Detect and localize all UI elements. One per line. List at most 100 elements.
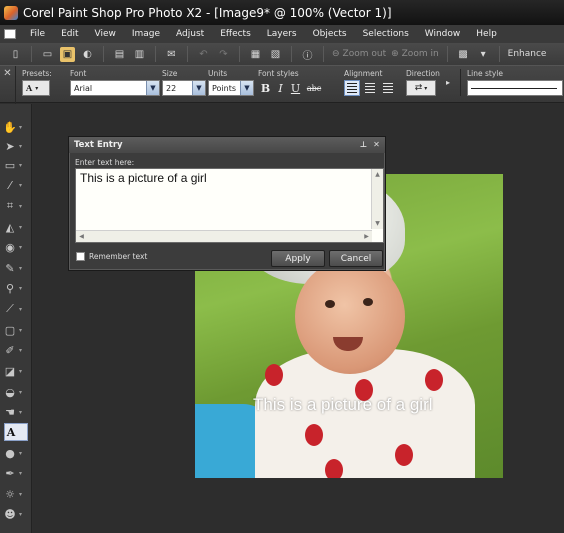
align-left-button[interactable]: [344, 80, 360, 96]
vertical-scrollbar[interactable]: ▲ ▼: [371, 169, 383, 229]
menu-image[interactable]: Image: [124, 29, 168, 39]
layers-icon[interactable]: ▧: [268, 47, 283, 62]
close-icon[interactable]: ✕: [371, 139, 382, 150]
strikethrough-button[interactable]: abc: [303, 80, 325, 96]
scroll-left-icon[interactable]: ◀: [76, 231, 87, 242]
dialog-title-bar[interactable]: Text Entry ⊥ ✕: [69, 137, 385, 153]
menu-view[interactable]: View: [87, 29, 124, 39]
horizontal-scrollbar[interactable]: ◀ ▶: [76, 230, 372, 242]
underline-button[interactable]: U: [288, 80, 303, 96]
text-entry-field[interactable]: This is a picture of a girl ▲ ▼ ◀ ▶: [75, 168, 384, 243]
align-right-button[interactable]: [380, 80, 396, 96]
standard-toolbar: ▯ ▭ ▣ ◐ ▤ ▥ ✉ ↶ ↷ ▦ ▧ ⓘ ⊖ Zoom out ⊕ Zoom …: [0, 43, 564, 65]
menu-adjust[interactable]: Adjust: [168, 29, 212, 39]
tool-scratch-remover[interactable]: ⟋ ▾: [4, 300, 28, 318]
tool-makeover[interactable]: ✎ ▾: [4, 259, 28, 277]
new-file-icon[interactable]: ▯: [8, 47, 23, 62]
menu-objects[interactable]: Objects: [305, 29, 355, 39]
tool-dropper[interactable]: ⁄ ▾: [4, 176, 28, 194]
browse-icon[interactable]: ▣: [60, 46, 75, 62]
menu-bar: File Edit View Image Adjust Effects Laye…: [0, 25, 564, 43]
pick-icon: ➤: [5, 139, 15, 153]
tool-pen[interactable]: ✒ ▾: [4, 464, 28, 482]
tool-paint-brush[interactable]: ✐ ▾: [4, 341, 28, 359]
enter-text-label: Enter text here:: [75, 158, 135, 167]
tool-text[interactable]: A: [4, 423, 28, 441]
options-overflow-icon[interactable]: ▸: [446, 78, 450, 87]
tool-pan[interactable]: ✋ ▾: [3, 118, 28, 136]
tool-red-eye[interactable]: ◉ ▾: [4, 238, 28, 256]
undo-icon[interactable]: ↶: [196, 47, 211, 62]
apply-button[interactable]: Apply: [271, 250, 325, 267]
red-eye-icon: ◉: [5, 240, 15, 254]
tool-color-replacer[interactable]: ◪ ▾: [4, 362, 28, 380]
chevron-down-icon: ▾: [19, 284, 23, 292]
redo-icon[interactable]: ↷: [216, 47, 231, 62]
remember-text-checkbox[interactable]: [76, 252, 85, 261]
email-icon[interactable]: ✉: [164, 47, 179, 62]
menu-selections[interactable]: Selections: [355, 29, 417, 39]
align-center-button[interactable]: [362, 80, 378, 96]
selection-icon: ▭: [4, 158, 16, 172]
line-style-label: Line style: [467, 69, 503, 78]
tool-eraser[interactable]: ▢ ▾: [4, 321, 28, 339]
zoom-in-icon: ⊕: [391, 49, 399, 59]
new-layer-icon[interactable]: ▦: [248, 47, 263, 62]
dropper-icon: ⁄: [9, 178, 11, 192]
tool-selection[interactable]: ▭ ▾: [4, 156, 28, 174]
chevron-down-icon: ▼: [240, 81, 253, 95]
document-icon[interactable]: [4, 29, 16, 39]
eye-shape: [325, 300, 335, 308]
tool-fill[interactable]: ◒ ▾: [4, 383, 28, 401]
shirt-dot: [305, 424, 323, 446]
menu-window[interactable]: Window: [417, 29, 469, 39]
palette-icon[interactable]: ▩: [456, 47, 471, 62]
chevron-down-icon: ▾: [19, 346, 23, 354]
menu-help[interactable]: Help: [468, 29, 505, 39]
italic-button[interactable]: I: [273, 80, 288, 96]
size-select[interactable]: 22 ▼: [162, 80, 206, 96]
chevron-down-icon: ▾: [19, 490, 23, 498]
font-value: Arial: [74, 83, 93, 93]
save-icon[interactable]: ▤: [112, 47, 127, 62]
enhance-label: Enhance: [507, 49, 547, 59]
remember-text-label: Remember text: [89, 252, 148, 261]
menu-layers[interactable]: Layers: [259, 29, 305, 39]
direction-dropdown[interactable]: ⇄ ▾: [406, 80, 436, 96]
font-select[interactable]: Arial ▼: [70, 80, 160, 96]
enhance-button[interactable]: Enhance: [508, 49, 547, 59]
tool-smudge[interactable]: ☚ ▾: [4, 403, 28, 421]
organizer-icon[interactable]: ▾: [476, 47, 491, 62]
zoom-out-button[interactable]: ⊖ Zoom out: [332, 49, 386, 59]
scroll-up-icon[interactable]: ▲: [372, 169, 383, 180]
cancel-button[interactable]: Cancel: [329, 250, 383, 267]
menu-edit[interactable]: Edit: [53, 29, 86, 39]
tool-warp[interactable]: ☼ ▾: [4, 485, 28, 503]
scroll-right-icon[interactable]: ▶: [361, 231, 372, 242]
bold-button[interactable]: B: [258, 80, 273, 96]
view-icon[interactable]: ◐: [80, 47, 95, 62]
info-icon[interactable]: ⓘ: [300, 47, 315, 62]
pin-icon[interactable]: ⊥: [358, 139, 369, 150]
scroll-down-icon[interactable]: ▼: [372, 218, 383, 229]
tool-clone[interactable]: ⚲ ▾: [4, 279, 28, 297]
tool-crop[interactable]: ⌗ ▾: [4, 197, 28, 215]
shirt-dot: [325, 459, 343, 478]
zoom-in-button[interactable]: ⊕ Zoom in: [391, 49, 439, 59]
menu-effects[interactable]: Effects: [212, 29, 259, 39]
print-icon[interactable]: ▥: [132, 47, 147, 62]
open-file-icon[interactable]: ▭: [40, 47, 55, 62]
canvas-text-object[interactable]: This is a picture of a girl: [253, 395, 433, 415]
tool-straighten[interactable]: ◭ ▾: [4, 218, 28, 236]
options-close-icon[interactable]: ✕: [0, 66, 16, 104]
presets-dropdown[interactable]: A ▾: [22, 80, 50, 96]
tool-pick[interactable]: ➤ ▾: [4, 137, 28, 155]
tool-retouch[interactable]: ☻ ▾: [4, 505, 28, 523]
text-entry-value: This is a picture of a girl: [80, 171, 207, 185]
line-style-select[interactable]: [467, 80, 563, 96]
remember-text-option[interactable]: Remember text: [76, 252, 147, 261]
chevron-down-icon: ▾: [19, 408, 23, 416]
tool-shape[interactable]: ● ▾: [4, 444, 28, 462]
menu-file[interactable]: File: [22, 29, 53, 39]
units-select[interactable]: Points ▼: [208, 80, 254, 96]
